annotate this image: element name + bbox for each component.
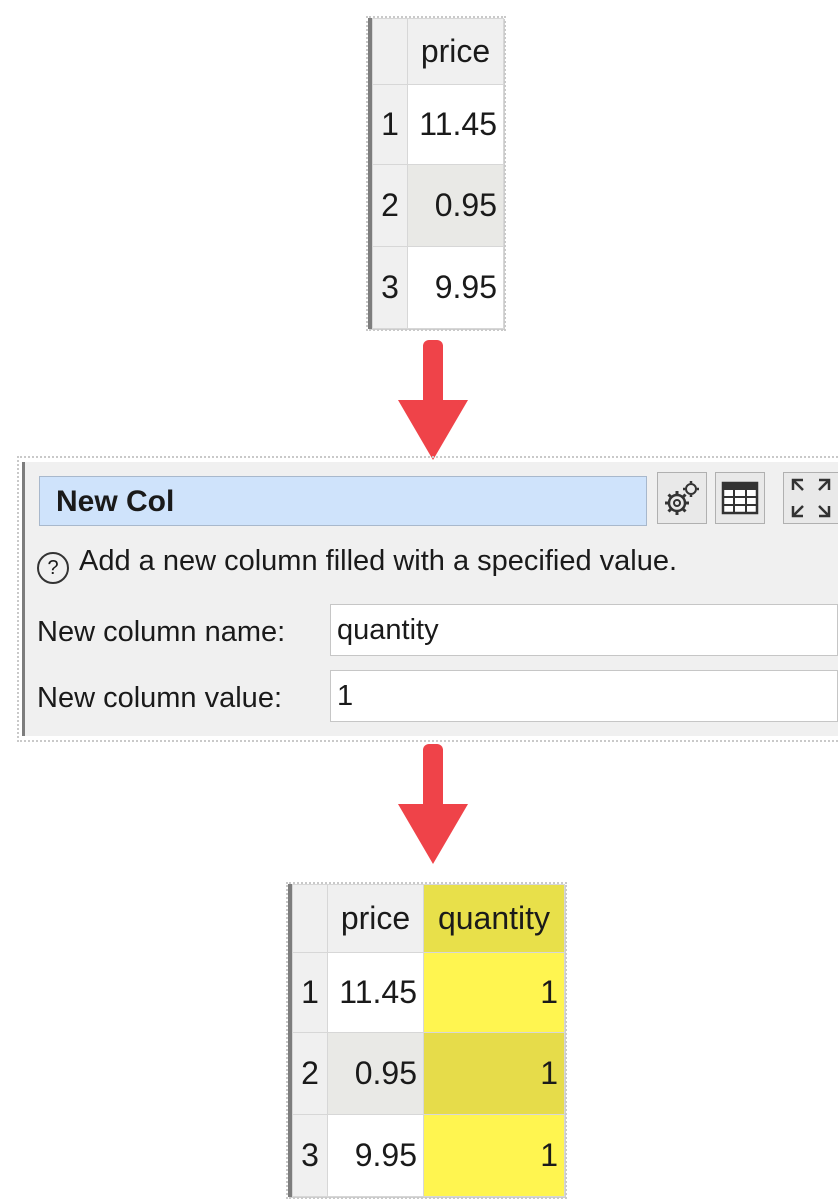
maximize-icon xyxy=(791,478,831,518)
table-row: 1 11.45 1 xyxy=(292,952,565,1033)
cell-quantity[interactable]: 1 xyxy=(423,952,565,1033)
flow-arrow-down xyxy=(398,340,468,462)
new-col-panel: New Col ? Add a new column filled with a… xyxy=(17,456,838,742)
new-column-name-input[interactable]: quantity xyxy=(330,604,838,656)
panel-description: ? Add a new column filled with a specifie… xyxy=(37,544,677,584)
description-text: Add a new column filled with a specified… xyxy=(79,545,678,577)
row-number: 1 xyxy=(292,952,328,1033)
table-row: 3 9.95 xyxy=(372,246,504,329)
table-row: 1 11.45 xyxy=(372,84,504,165)
cell-price[interactable]: 0.95 xyxy=(407,164,504,247)
column-header-quantity[interactable]: quantity xyxy=(423,884,565,953)
cell-price[interactable]: 9.95 xyxy=(327,1114,424,1197)
flow-arrow-down xyxy=(398,744,468,866)
column-header-price[interactable]: price xyxy=(407,18,504,85)
corner-cell xyxy=(292,884,328,953)
table-row: 3 9.95 1 xyxy=(292,1114,565,1197)
gears-icon xyxy=(665,481,699,515)
maximize-button[interactable] xyxy=(783,472,838,524)
table-view-button[interactable] xyxy=(715,472,765,524)
column-header-price[interactable]: price xyxy=(327,884,424,953)
row-number: 3 xyxy=(292,1114,328,1197)
panel-title[interactable]: New Col xyxy=(39,476,647,526)
cell-price[interactable]: 9.95 xyxy=(407,246,504,329)
corner-cell xyxy=(372,18,408,85)
cell-price[interactable]: 11.45 xyxy=(407,84,504,165)
cell-price[interactable]: 11.45 xyxy=(327,952,424,1033)
new-column-value-input[interactable]: 1 xyxy=(330,670,838,722)
cell-quantity[interactable]: 1 xyxy=(423,1032,565,1115)
table-row: 2 0.95 xyxy=(372,164,504,247)
new-column-name-label: New column name: xyxy=(37,616,286,648)
table-row: 2 0.95 1 xyxy=(292,1032,565,1115)
cell-price[interactable]: 0.95 xyxy=(327,1032,424,1115)
row-number: 1 xyxy=(372,84,408,165)
cell-quantity[interactable]: 1 xyxy=(423,1114,565,1197)
input-table: price 1 11.45 2 0.95 3 9.95 xyxy=(366,16,506,331)
output-table: price quantity 1 11.45 1 2 0.95 1 3 9.95… xyxy=(286,882,567,1199)
table-icon xyxy=(721,481,759,515)
gears-button[interactable] xyxy=(657,472,707,524)
row-number: 3 xyxy=(372,246,408,329)
new-column-value-label: New column value: xyxy=(37,682,282,714)
help-icon[interactable]: ? xyxy=(37,552,69,584)
row-number: 2 xyxy=(292,1032,328,1115)
row-number: 2 xyxy=(372,164,408,247)
